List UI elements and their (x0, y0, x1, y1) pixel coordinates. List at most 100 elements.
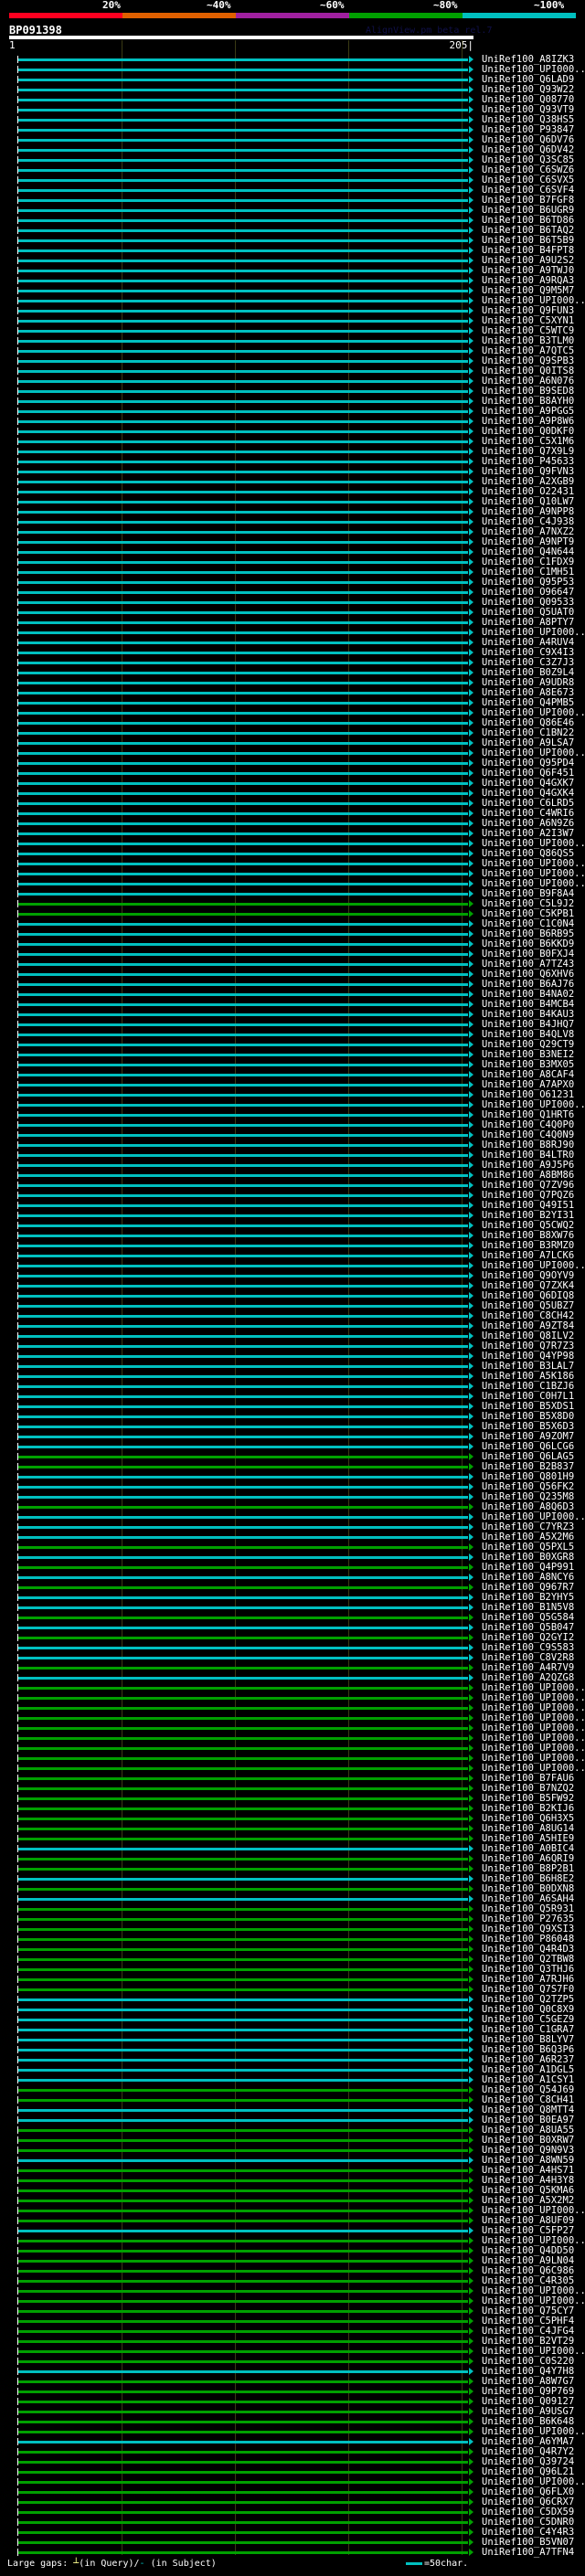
arrow-right-icon (469, 227, 473, 234)
scale-segment (463, 13, 576, 18)
hit-bar (18, 1858, 468, 1860)
arrow-right-icon (469, 1101, 473, 1108)
hit-bar (18, 2461, 468, 2464)
arrow-right-icon (469, 2539, 473, 2546)
hit-bar (18, 1757, 468, 1760)
hit-bar (18, 249, 468, 252)
hit-bar (18, 1747, 468, 1750)
hit-bar (18, 360, 468, 363)
hit-bar (18, 1446, 468, 1448)
query-start: 1 (9, 39, 16, 51)
arrow-right-icon (469, 176, 473, 184)
arrow-right-icon (469, 910, 473, 917)
hit-bar (18, 2149, 468, 2152)
arrow-right-icon (469, 1161, 473, 1169)
hit-bar (18, 290, 468, 292)
hit-bar (18, 2340, 468, 2343)
hit-bar (18, 2270, 468, 2273)
arrow-right-icon (469, 790, 473, 797)
hit-bar (18, 2159, 468, 2162)
hit-bar (18, 2421, 468, 2423)
hit-bar (18, 1476, 468, 1479)
arrow-right-icon (469, 1795, 473, 1802)
hit-bar (18, 1034, 468, 1036)
hit-bar (18, 1385, 468, 1388)
arrow-right-icon (469, 1212, 473, 1219)
arrow-right-icon (469, 1192, 473, 1199)
arrow-right-icon (469, 1986, 473, 1993)
hit-bar (18, 832, 468, 835)
arrow-right-icon (469, 297, 473, 304)
arrow-right-icon (469, 1483, 473, 1490)
hit-bar (18, 1978, 468, 1981)
hit-bar (18, 903, 468, 906)
arrow-right-icon (469, 1342, 473, 1350)
arrow-right-icon (469, 1362, 473, 1370)
arrow-right-icon (469, 2348, 473, 2355)
hit-row[interactable]: UniRef100_A7TFN4 (0, 2547, 585, 2559)
arrow-right-icon (469, 2448, 473, 2455)
hit-bar (18, 1325, 468, 1328)
hit-bar (18, 1275, 468, 1277)
arrow-right-icon (469, 458, 473, 465)
length-legend: =50char. (406, 2559, 468, 2570)
arrow-right-icon (469, 1403, 473, 1410)
hit-bar (18, 2360, 468, 2363)
arrow-right-icon (469, 950, 473, 958)
arrow-right-icon (469, 830, 473, 837)
hit-bar (18, 1104, 468, 1107)
hit-bar (18, 1777, 468, 1780)
hit-bar (18, 420, 468, 423)
arrow-right-icon (469, 1001, 473, 1008)
hit-label[interactable]: UniRef100_A7TFN4 (482, 2547, 574, 2558)
arrow-right-icon (469, 398, 473, 405)
arrow-right-icon (469, 66, 473, 73)
hit-bar (18, 2521, 468, 2524)
arrow-right-icon (469, 1533, 473, 1541)
arrow-right-icon (469, 568, 473, 576)
arrow-right-icon (469, 1111, 473, 1118)
arrow-right-icon (469, 488, 473, 495)
arrow-right-icon (469, 2066, 473, 2073)
hit-bar (18, 1787, 468, 1790)
hit-bar (18, 1526, 468, 1529)
arrow-right-icon (469, 2227, 473, 2234)
arrow-right-icon (469, 2096, 473, 2104)
hit-bar (18, 591, 468, 594)
arrow-right-icon (469, 408, 473, 415)
arrow-right-icon (469, 2267, 473, 2274)
hit-bar (18, 1617, 468, 1619)
arrow-right-icon (469, 2549, 473, 2556)
hit-bar (18, 1566, 468, 1569)
arrow-right-icon (469, 890, 473, 897)
arrow-right-icon (469, 166, 473, 174)
hit-bar (18, 511, 468, 514)
hit-bar (18, 1154, 468, 1157)
hit-bar (18, 1013, 468, 1016)
hit-bar (18, 1576, 468, 1579)
hit-bar (18, 1174, 468, 1177)
hit-bar (18, 169, 468, 172)
arrow-right-icon (469, 2217, 473, 2224)
arrow-right-icon (469, 659, 473, 666)
arrow-right-icon (469, 207, 473, 214)
arrow-right-icon (469, 2498, 473, 2506)
arrow-right-icon (469, 1684, 473, 1691)
arrow-right-icon (469, 960, 473, 968)
arrow-right-icon (469, 2468, 473, 2475)
arrow-right-icon (469, 1513, 473, 1521)
arrow-right-icon (469, 679, 473, 686)
hit-bar (18, 1466, 468, 1468)
hit-bar (18, 2320, 468, 2323)
arrow-right-icon (469, 1383, 473, 1390)
arrow-right-icon (469, 629, 473, 636)
hit-bar (18, 762, 468, 765)
hit-bar (18, 2501, 468, 2504)
hit-bar (18, 99, 468, 101)
arrow-right-icon (469, 1091, 473, 1098)
arrow-right-icon (469, 327, 473, 334)
arrow-right-icon (469, 508, 473, 515)
arrow-right-icon (469, 1905, 473, 1913)
hit-bar (18, 1245, 468, 1247)
arrow-right-icon (469, 1302, 473, 1309)
